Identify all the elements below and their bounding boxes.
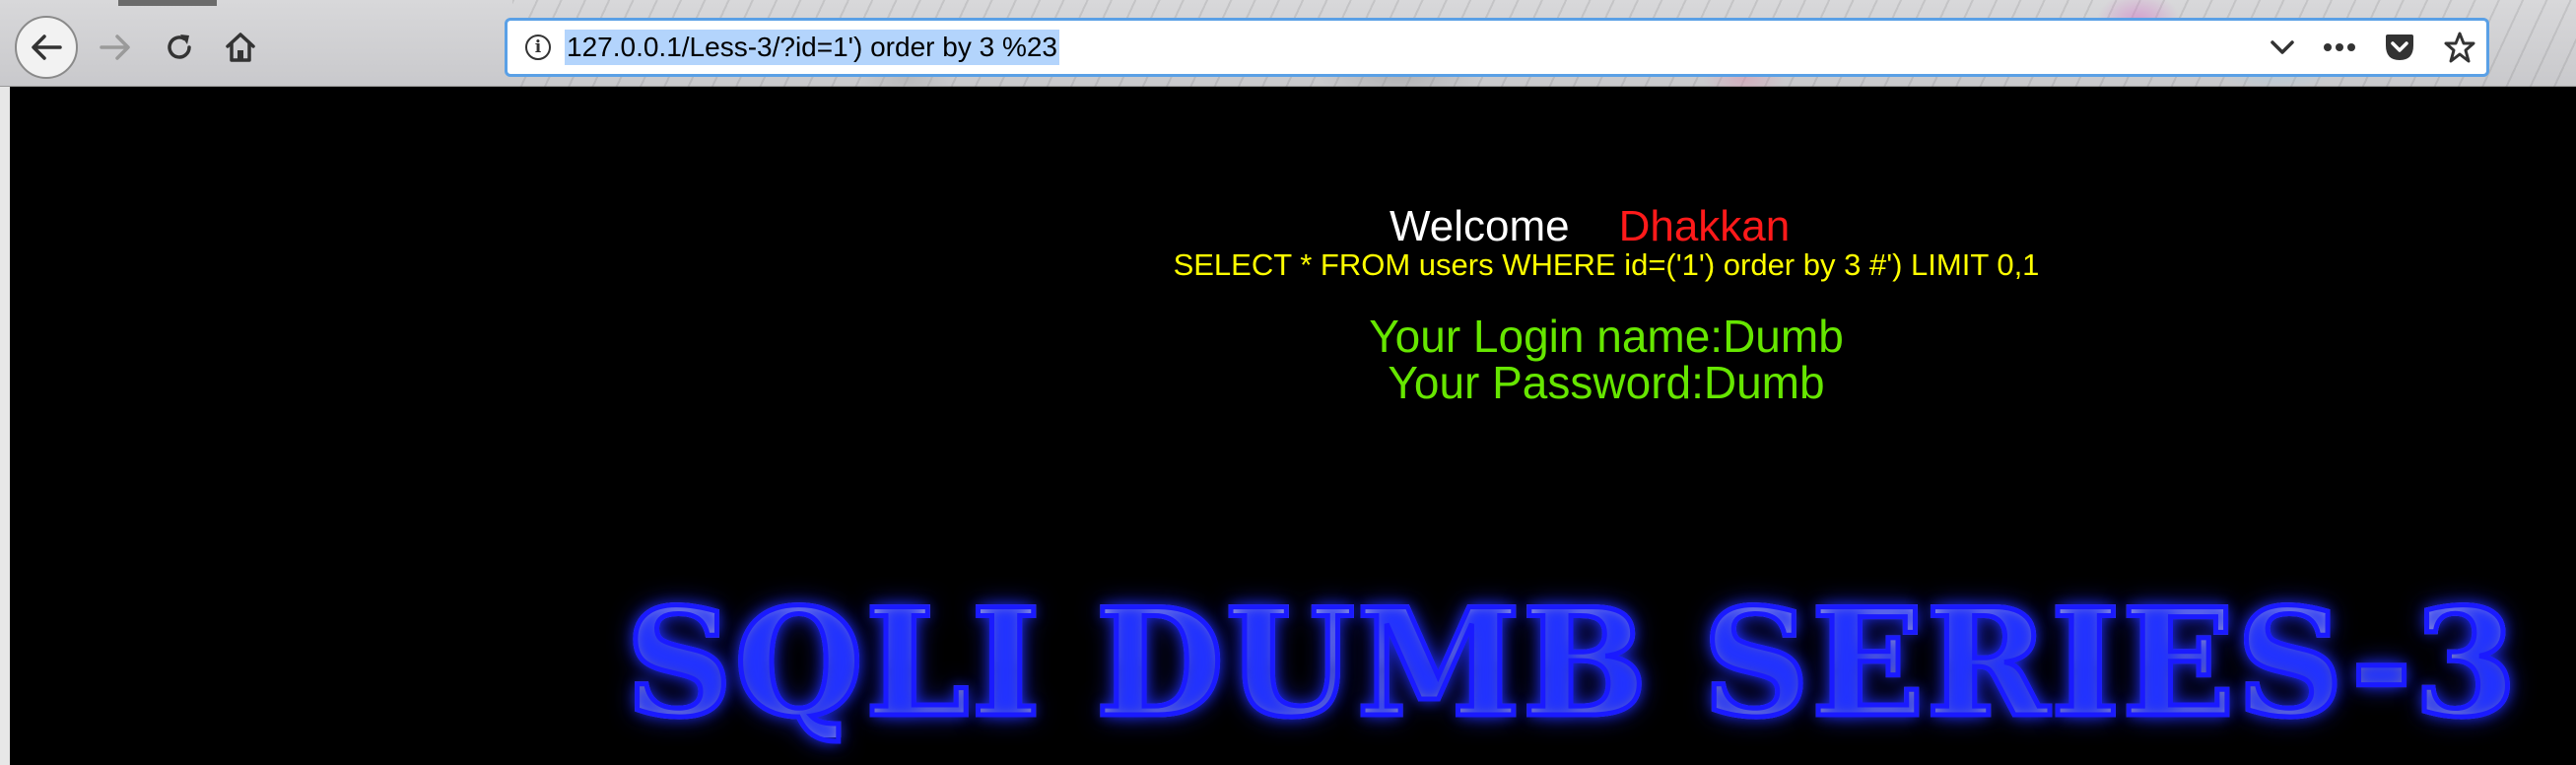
back-arrow-icon [30, 33, 63, 62]
sql-query-text: SELECT * FROM users WHERE id=('1') order… [1173, 247, 2040, 282]
tab-strip-indicator [118, 0, 217, 6]
address-bar[interactable]: i 127.0.0.1/Less-3/?id=1') order by 3 %2… [505, 18, 2489, 77]
welcome-line: Welcome Dhakkan [1390, 202, 1790, 251]
page-content: Welcome Dhakkan SELECT * FROM users WHERE… [10, 87, 2576, 765]
banner-title: SQLI DUMB SERIES-3 [623, 577, 2520, 750]
more-icon[interactable] [2323, 42, 2356, 52]
url-input[interactable]: 127.0.0.1/Less-3/?id=1') order by 3 %23 [565, 30, 1059, 65]
back-button[interactable] [15, 16, 78, 79]
home-icon [224, 31, 257, 64]
info-icon[interactable]: i [525, 35, 551, 60]
window-edge [0, 87, 10, 765]
password-result: Your Password:Dumb [1388, 357, 1825, 408]
browser-toolbar: i 127.0.0.1/Less-3/?id=1') order by 3 %2… [0, 0, 2576, 87]
user-name: Dhakkan [1618, 202, 1791, 250]
star-icon[interactable] [2443, 31, 2476, 64]
home-button[interactable] [209, 16, 272, 79]
forward-arrow-icon [99, 33, 132, 62]
reload-button[interactable] [148, 16, 211, 79]
reload-icon [164, 32, 195, 63]
pocket-icon[interactable] [2384, 33, 2415, 62]
forward-button[interactable] [84, 16, 147, 79]
welcome-label: Welcome [1390, 202, 1570, 250]
chevron-down-icon[interactable] [2270, 38, 2295, 56]
login-name-result: Your Login name:Dumb [1369, 311, 1844, 362]
url-actions [2270, 21, 2476, 74]
